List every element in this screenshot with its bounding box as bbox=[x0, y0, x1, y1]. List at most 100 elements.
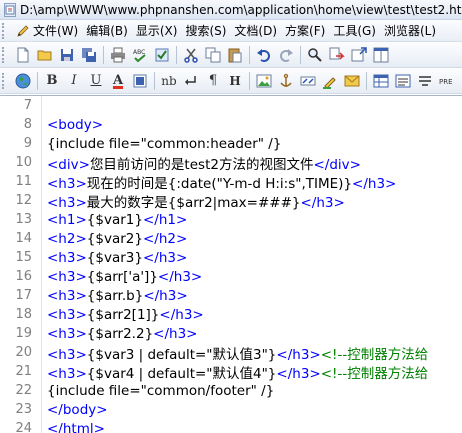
menu-scheme[interactable]: 方案(F) bbox=[281, 21, 329, 41]
font-color-button[interactable]: A bbox=[108, 71, 128, 91]
code-line[interactable]: 18 <h3>{$arr2[1]}</h3> bbox=[0, 305, 462, 324]
menu-search[interactable]: 搜索(S) bbox=[181, 21, 230, 41]
table-icon[interactable] bbox=[371, 71, 391, 91]
copy-icon[interactable] bbox=[203, 45, 223, 65]
background-color-icon[interactable] bbox=[130, 71, 150, 91]
code-line[interactable]: 21 <h3>{$var4 | default="默认值4"}</h3><!--控… bbox=[0, 362, 462, 382]
redo-icon[interactable] bbox=[276, 45, 296, 65]
code-line[interactable]: 22 {include file="common/footer" /} bbox=[0, 381, 462, 400]
tile-windows-icon[interactable] bbox=[371, 45, 391, 65]
code-text: <h3>{$var3}</h3> bbox=[47, 250, 187, 266]
main-toolbar: ABC bbox=[0, 42, 462, 68]
highlight-icon[interactable] bbox=[320, 71, 340, 91]
new-file-icon[interactable] bbox=[13, 45, 33, 65]
code-text: <body> bbox=[47, 117, 103, 133]
italic-label: I bbox=[71, 73, 77, 88]
code-line[interactable]: 13 <h1>{$var1}</h1> bbox=[0, 210, 462, 229]
html-tag: </h3> bbox=[300, 194, 345, 211]
heading-button[interactable]: H bbox=[225, 71, 245, 91]
code-line[interactable]: 23 </body> bbox=[0, 400, 462, 419]
template-text: {$var4 | default="默认值4"} bbox=[86, 365, 277, 382]
menu-grip bbox=[2, 22, 12, 39]
code-line[interactable]: 12 <h3>最大的数字是{$arr2|max=###}</h3> bbox=[0, 191, 462, 211]
html-tag: </h3> bbox=[153, 325, 198, 342]
replace-icon[interactable] bbox=[327, 45, 347, 65]
cut-icon[interactable] bbox=[181, 45, 201, 65]
print-icon[interactable] bbox=[108, 45, 128, 65]
code-text: <h3>{$arr2.2}</h3> bbox=[47, 326, 197, 342]
undo-icon[interactable] bbox=[254, 45, 274, 65]
code-line[interactable]: 9 {include file="common:header" /} bbox=[0, 134, 462, 153]
menu-file[interactable]: 文件(W) bbox=[12, 21, 82, 41]
check-icon[interactable] bbox=[152, 45, 172, 65]
template-text: {include file="common:header" /} bbox=[47, 135, 282, 152]
line-number: 16 bbox=[15, 269, 32, 284]
html-tag: <h3> bbox=[47, 249, 87, 266]
template-text: {$var2} bbox=[86, 230, 143, 247]
html-tag: </h3> bbox=[143, 287, 188, 304]
template-text: 您目前访问的是test2方法的视图文件 bbox=[89, 156, 314, 173]
html-tag: <h3> bbox=[47, 287, 87, 304]
code-line[interactable]: 11 <h3>现在的时间是{:date("Y-m-d H:i:s",TIME)}<… bbox=[0, 172, 462, 192]
email-icon[interactable] bbox=[342, 71, 362, 91]
code-line[interactable]: 7 bbox=[0, 96, 462, 115]
image-icon[interactable] bbox=[254, 71, 274, 91]
code-text: {include file="common/footer" /} bbox=[47, 383, 274, 399]
template-text: {include file="common/footer" /} bbox=[47, 382, 275, 399]
template-text: {$arr2.2} bbox=[86, 325, 154, 342]
code-line[interactable]: 20 <h3>{$var3 | default="默认值3"}</h3><!--控… bbox=[0, 343, 462, 363]
hyperlink-icon[interactable] bbox=[298, 71, 318, 91]
menu-tools[interactable]: 工具(G) bbox=[329, 21, 380, 41]
nobreak-button[interactable]: nb bbox=[159, 71, 179, 91]
pencil-icon bbox=[17, 24, 29, 37]
new-window-icon[interactable] bbox=[349, 45, 369, 65]
code-line[interactable]: 14 <h2>{$var2}</h2> bbox=[0, 229, 462, 248]
html-tag: </h2> bbox=[142, 230, 188, 247]
code-area[interactable]: 7 8 <body> 9 {include file="common:header" /… bbox=[0, 96, 462, 433]
code-line[interactable]: 10 <div>您目前访问的是test2方法的视图文件</div> bbox=[0, 153, 462, 173]
paste-icon[interactable] bbox=[225, 45, 245, 65]
svg-text:PRE: PRE bbox=[439, 78, 453, 86]
underline-label: U bbox=[90, 73, 102, 88]
bold-button[interactable]: B bbox=[42, 71, 62, 91]
spellcheck-icon[interactable]: ABC bbox=[130, 45, 150, 65]
html-tag: <h3> bbox=[47, 175, 87, 192]
line-break-icon[interactable] bbox=[181, 71, 201, 91]
template-text: {$var1} bbox=[86, 211, 143, 228]
save-all-icon[interactable] bbox=[79, 45, 99, 65]
globe-icon[interactable] bbox=[13, 71, 33, 91]
code-line[interactable]: 17 <h3>{$arr.b}</h3> bbox=[0, 286, 462, 305]
italic-button[interactable]: I bbox=[64, 71, 84, 91]
menu-tools-label: 工具(G) bbox=[333, 24, 376, 38]
font-color-label: A bbox=[112, 73, 124, 88]
menu-document[interactable]: 文档(D) bbox=[230, 21, 281, 41]
code-line[interactable]: 19 <h3>{$arr2.2}</h3> bbox=[0, 324, 462, 343]
line-number: 24 bbox=[15, 421, 32, 433]
menu-edit[interactable]: 编辑(B) bbox=[82, 21, 132, 41]
save-icon[interactable] bbox=[57, 45, 77, 65]
preformatted-icon[interactable]: PRE bbox=[437, 71, 457, 91]
open-folder-icon[interactable] bbox=[35, 45, 55, 65]
toolbar-grip bbox=[2, 46, 12, 63]
code-line[interactable]: 16 <h3>{$arr['a']}</h3> bbox=[0, 267, 462, 286]
form-icon[interactable] bbox=[393, 71, 413, 91]
html-tag: <h3> bbox=[47, 346, 87, 363]
find-icon[interactable] bbox=[305, 45, 325, 65]
title-bar: D:\amp\WWW\www.phpnanshen.com\applicatio… bbox=[0, 0, 462, 20]
menu-browser[interactable]: 浏览器(L) bbox=[380, 21, 440, 41]
code-line[interactable]: 8 <body> bbox=[0, 115, 462, 134]
html-tag: <h3> bbox=[47, 365, 87, 382]
underline-button[interactable]: U bbox=[86, 71, 106, 91]
document-icon bbox=[4, 2, 16, 17]
html-tag: <h3> bbox=[47, 268, 87, 285]
horizontal-rule-icon[interactable] bbox=[415, 71, 435, 91]
menu-view[interactable]: 显示(X) bbox=[132, 21, 182, 41]
anchor-icon[interactable] bbox=[276, 71, 296, 91]
code-line[interactable]: 15 <h3>{$var3}</h3> bbox=[0, 248, 462, 267]
menu-document-label: 文档(D) bbox=[234, 24, 278, 38]
code-text: <h3>{$arr2[1]}</h3> bbox=[47, 307, 204, 323]
paragraph-button[interactable]: ¶ bbox=[203, 71, 223, 91]
code-line[interactable]: 24 </html> bbox=[0, 419, 462, 433]
code-text: <h3>{$arr['a']}</h3> bbox=[47, 269, 202, 285]
html-tag: </h3> bbox=[276, 346, 321, 363]
